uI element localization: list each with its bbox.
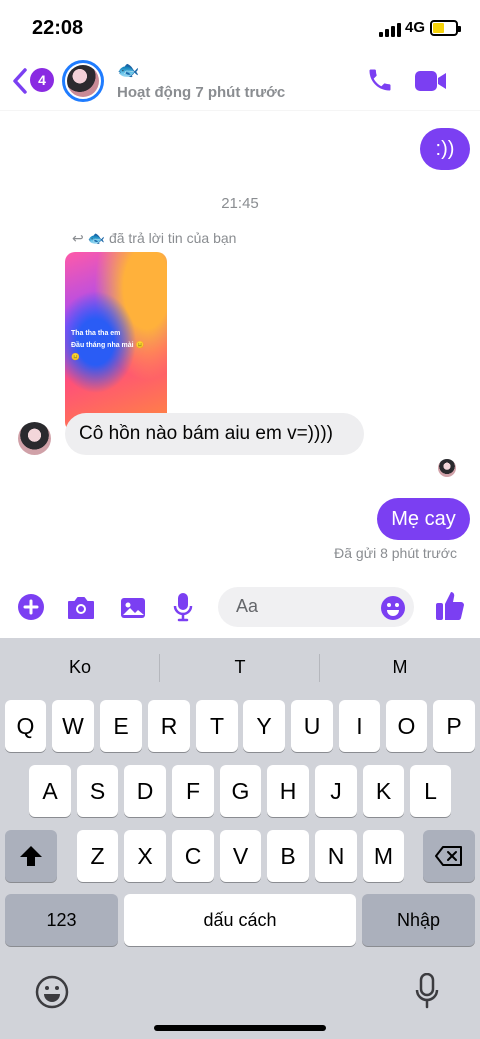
key-t[interactable]: T bbox=[196, 700, 238, 752]
key-l[interactable]: L bbox=[410, 765, 451, 817]
reply-arrow-icon: ↩ bbox=[72, 230, 88, 246]
outgoing-message[interactable]: Mẹ cay bbox=[377, 498, 470, 540]
microphone-icon[interactable] bbox=[173, 592, 193, 622]
key-o[interactable]: O bbox=[386, 700, 427, 752]
emoji-icon[interactable] bbox=[380, 595, 406, 621]
sender-avatar[interactable] bbox=[18, 422, 51, 455]
space-key[interactable]: dấu cách bbox=[124, 894, 356, 946]
message-composer bbox=[0, 584, 480, 630]
incoming-message[interactable]: Cô hồn nào bám aiu em v=)))) bbox=[65, 413, 364, 455]
chat-screen: 22:08 4G 4 🐟 Hoạt động 7 phút trước :)) … bbox=[0, 0, 480, 1039]
back-chevron-icon bbox=[13, 68, 27, 94]
key-a[interactable]: A bbox=[29, 765, 71, 817]
key-e[interactable]: E bbox=[100, 700, 142, 752]
back-button[interactable]: 4 bbox=[12, 66, 54, 96]
key-u[interactable]: U bbox=[291, 700, 333, 752]
sent-status: Đã gửi 8 phút trước bbox=[334, 545, 457, 561]
unread-badge: 4 bbox=[30, 68, 54, 92]
outgoing-message[interactable]: :)) bbox=[420, 128, 470, 170]
thumbs-up-icon[interactable] bbox=[435, 590, 465, 622]
battery-icon bbox=[430, 20, 461, 36]
contact-name[interactable]: 🐟 bbox=[117, 60, 139, 81]
shift-key[interactable] bbox=[5, 830, 57, 882]
story-caption: Tha tha tha em Đầu tháng nha mài 😑 😑 bbox=[71, 330, 145, 361]
system-keyboard: Ko T M Q W E R T Y U I O P A S D F G H J… bbox=[0, 638, 480, 1039]
message-input[interactable] bbox=[236, 596, 376, 617]
key-c[interactable]: C bbox=[172, 830, 214, 882]
key-n[interactable]: N bbox=[315, 830, 357, 882]
signal-icon bbox=[379, 23, 401, 37]
key-g[interactable]: G bbox=[220, 765, 261, 817]
key-v[interactable]: V bbox=[220, 830, 261, 882]
key-h[interactable]: H bbox=[267, 765, 309, 817]
seen-indicator-avatar bbox=[438, 459, 456, 477]
network-type: 4G bbox=[405, 19, 426, 36]
suggestion-item[interactable]: M bbox=[320, 638, 480, 696]
video-camera-icon[interactable] bbox=[414, 68, 448, 94]
key-q[interactable]: Q bbox=[5, 700, 46, 752]
key-i[interactable]: I bbox=[339, 700, 380, 752]
image-icon[interactable] bbox=[119, 595, 147, 621]
numbers-key[interactable]: 123 bbox=[5, 894, 118, 946]
phone-icon[interactable] bbox=[366, 66, 394, 94]
story-reply-thumbnail[interactable]: Tha tha tha em Đầu tháng nha mài 😑 😑 bbox=[65, 252, 167, 432]
camera-icon[interactable] bbox=[66, 595, 96, 621]
dictation-microphone-icon[interactable] bbox=[414, 973, 440, 1009]
reply-emoji: 🐟 bbox=[87, 230, 106, 246]
key-r[interactable]: R bbox=[148, 700, 190, 752]
status-bar: 22:08 4G bbox=[0, 0, 480, 54]
key-y[interactable]: Y bbox=[243, 700, 285, 752]
contact-avatar[interactable] bbox=[62, 60, 104, 102]
keyboard-suggestions: Ko T M bbox=[0, 638, 480, 696]
suggestion-item[interactable]: T bbox=[160, 638, 320, 696]
key-p[interactable]: P bbox=[433, 700, 475, 752]
activity-status: Hoạt động 7 phút trước bbox=[117, 84, 286, 101]
backspace-icon bbox=[435, 846, 462, 866]
chat-header: 4 🐟 Hoạt động 7 phút trước bbox=[0, 54, 480, 110]
key-x[interactable]: X bbox=[124, 830, 166, 882]
status-time: 22:08 bbox=[32, 17, 84, 39]
key-f[interactable]: F bbox=[172, 765, 214, 817]
message-timestamp: 21:45 bbox=[221, 195, 259, 212]
key-m[interactable]: M bbox=[363, 830, 404, 882]
key-b[interactable]: B bbox=[267, 830, 309, 882]
key-d[interactable]: D bbox=[124, 765, 166, 817]
key-z[interactable]: Z bbox=[77, 830, 118, 882]
key-j[interactable]: J bbox=[315, 765, 357, 817]
backspace-key[interactable] bbox=[423, 830, 475, 882]
key-w[interactable]: W bbox=[52, 700, 94, 752]
plus-icon[interactable] bbox=[17, 593, 45, 621]
home-indicator[interactable] bbox=[154, 1025, 326, 1031]
key-k[interactable]: K bbox=[363, 765, 404, 817]
emoji-keyboard-icon[interactable] bbox=[35, 975, 69, 1009]
reply-note: ↩ 🐟 đã trả lời tin của bạn bbox=[72, 230, 236, 247]
return-key[interactable]: Nhập bbox=[362, 894, 475, 946]
key-s[interactable]: S bbox=[77, 765, 118, 817]
message-input-wrapper[interactable] bbox=[218, 587, 414, 627]
suggestion-item[interactable]: Ko bbox=[0, 638, 160, 696]
shift-icon bbox=[20, 846, 42, 866]
reply-note-text: đã trả lời tin của bạn bbox=[108, 230, 237, 246]
